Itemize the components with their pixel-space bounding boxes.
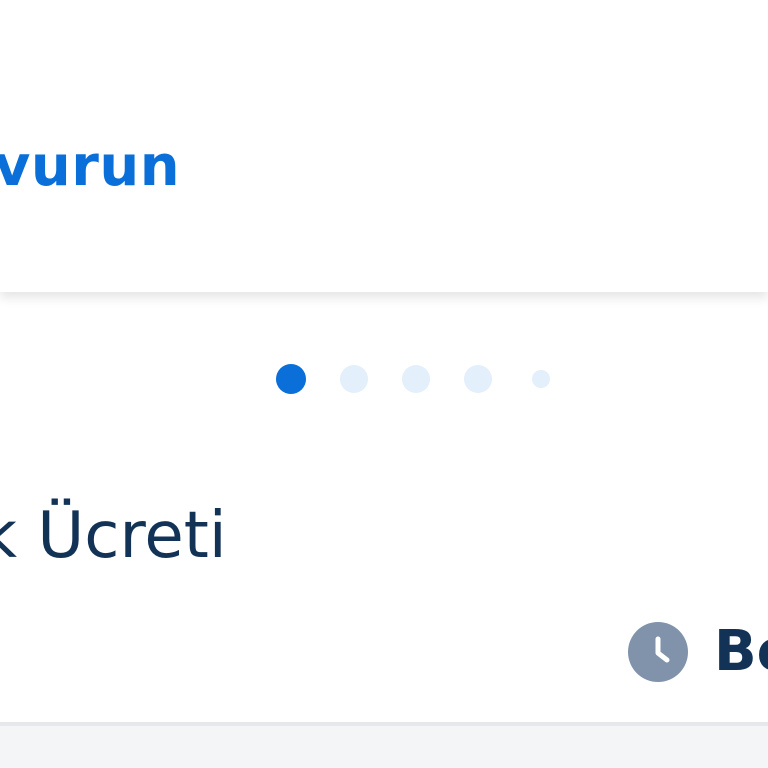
carousel-indicators bbox=[276, 364, 550, 394]
fee-title: k Ücreti bbox=[0, 499, 227, 573]
status-row: Be bbox=[628, 622, 768, 682]
page: svurun k Ücreti Be bbox=[0, 0, 768, 768]
clock-icon bbox=[628, 622, 688, 682]
carousel-dot-2[interactable] bbox=[340, 365, 368, 393]
carousel-dot-4[interactable] bbox=[464, 365, 492, 393]
apply-link[interactable]: svurun bbox=[0, 134, 180, 200]
application-card: svurun bbox=[0, 0, 768, 292]
carousel-dot-1[interactable] bbox=[276, 364, 306, 394]
status-label: Be bbox=[714, 619, 768, 684]
carousel-dot-5[interactable] bbox=[532, 370, 550, 388]
carousel-dot-3[interactable] bbox=[402, 365, 430, 393]
divider bbox=[0, 722, 768, 726]
